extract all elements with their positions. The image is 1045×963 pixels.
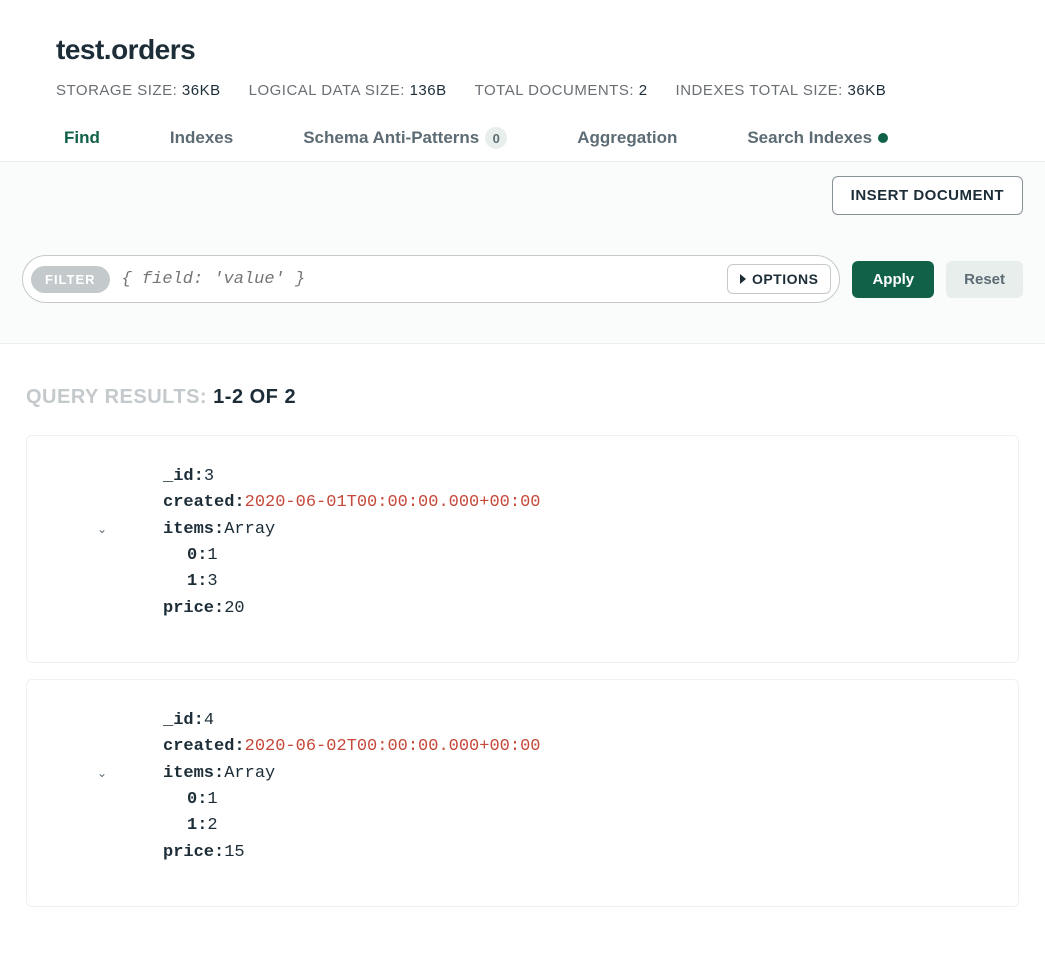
stat-total-docs: TOTAL DOCUMENTS: 2: [475, 82, 648, 99]
field-value: 2020-06-02T00:00:00.000+00:00: [245, 734, 541, 760]
field-created: created 2020-06-02T00:00:00.000+00:00: [117, 734, 994, 760]
field-key: 1: [187, 569, 207, 595]
array-item: 0 1: [117, 543, 994, 569]
field-price: price 20: [117, 596, 994, 622]
field-value: 3: [204, 464, 214, 490]
field-key: _id: [163, 708, 204, 734]
array-item: 1 3: [117, 569, 994, 595]
tab-find[interactable]: Find: [64, 127, 100, 149]
stat-logical: LOGICAL DATA SIZE: 136B: [249, 82, 447, 99]
chevron-down-icon[interactable]: ⌄: [97, 761, 107, 787]
filter-box: FILTER OPTIONS: [22, 255, 840, 303]
tabs: Find Indexes Schema Anti-Patterns 0 Aggr…: [56, 123, 989, 161]
field-id: _id 4: [117, 708, 994, 734]
field-value: 4: [204, 708, 214, 734]
apply-button[interactable]: Apply: [852, 261, 934, 298]
insert-document-button[interactable]: INSERT DOCUMENT: [832, 176, 1023, 215]
stat-label: INDEXES TOTAL SIZE:: [676, 82, 843, 99]
stat-value: 36KB: [848, 82, 887, 99]
field-value: 15: [224, 840, 244, 866]
field-value: 20: [224, 596, 244, 622]
field-value: 2: [207, 813, 217, 839]
options-label: OPTIONS: [752, 271, 819, 287]
results-area: QUERY RESULTS: 1-2 OF 2 _id 3 created 20…: [0, 344, 1045, 963]
field-value: 1: [207, 543, 217, 569]
schema-badge: 0: [485, 127, 507, 149]
status-dot-icon: [878, 133, 888, 143]
stat-label: LOGICAL DATA SIZE:: [249, 82, 405, 99]
tab-schema-anti-patterns[interactable]: Schema Anti-Patterns 0: [303, 127, 507, 149]
stat-value: 136B: [410, 82, 447, 99]
options-button[interactable]: OPTIONS: [727, 264, 832, 294]
filter-row: FILTER OPTIONS Apply Reset: [22, 255, 1023, 303]
field-created: created 2020-06-01T00:00:00.000+00:00: [117, 490, 994, 516]
stat-label: TOTAL DOCUMENTS:: [475, 82, 634, 99]
reset-button[interactable]: Reset: [946, 261, 1023, 298]
stats-row: STORAGE SIZE: 36KB LOGICAL DATA SIZE: 13…: [56, 82, 989, 99]
field-value: 1: [207, 787, 217, 813]
field-value: Array: [224, 517, 275, 543]
array-item: 1 2: [117, 813, 994, 839]
tab-indexes[interactable]: Indexes: [170, 127, 233, 149]
field-id: _id 3: [117, 464, 994, 490]
field-items: ⌄ items Array: [117, 517, 994, 543]
field-value: 2020-06-01T00:00:00.000+00:00: [245, 490, 541, 516]
results-header: QUERY RESULTS: 1-2 OF 2: [26, 386, 1019, 409]
field-key: 0: [187, 543, 207, 569]
tab-label: Schema Anti-Patterns: [303, 128, 479, 148]
field-key: created: [163, 734, 245, 760]
stat-indexes-size: INDEXES TOTAL SIZE: 36KB: [676, 82, 887, 99]
field-key: items: [163, 761, 224, 787]
field-key: 0: [187, 787, 207, 813]
field-value: 3: [207, 569, 217, 595]
stat-storage: STORAGE SIZE: 36KB: [56, 82, 221, 99]
results-range: 1-2 OF 2: [213, 386, 296, 408]
field-key: price: [163, 596, 224, 622]
chevron-down-icon[interactable]: ⌄: [97, 517, 107, 543]
field-items: ⌄ items Array: [117, 761, 994, 787]
field-price: price 15: [117, 840, 994, 866]
caret-right-icon: [740, 274, 746, 284]
page-title: test.orders: [56, 34, 989, 66]
field-key: 1: [187, 813, 207, 839]
field-key: items: [163, 517, 224, 543]
tab-aggregation[interactable]: Aggregation: [577, 127, 677, 149]
document-card: _id 4 created 2020-06-02T00:00:00.000+00…: [26, 679, 1019, 907]
field-key: _id: [163, 464, 204, 490]
tab-search-indexes[interactable]: Search Indexes: [747, 127, 888, 149]
filter-input[interactable]: [110, 270, 727, 289]
tab-label: Search Indexes: [747, 128, 872, 148]
field-value: Array: [224, 761, 275, 787]
field-key: created: [163, 490, 245, 516]
stat-value: 2: [639, 82, 648, 99]
filter-chip: FILTER: [31, 266, 110, 293]
array-item: 0 1: [117, 787, 994, 813]
toolbar: INSERT DOCUMENT FILTER OPTIONS Apply Res…: [0, 161, 1045, 344]
document-card: _id 3 created 2020-06-01T00:00:00.000+00…: [26, 435, 1019, 663]
stat-value: 36KB: [182, 82, 221, 99]
stat-label: STORAGE SIZE:: [56, 82, 177, 99]
results-label: QUERY RESULTS:: [26, 386, 213, 408]
header: test.orders STORAGE SIZE: 36KB LOGICAL D…: [0, 0, 1045, 161]
field-key: price: [163, 840, 224, 866]
